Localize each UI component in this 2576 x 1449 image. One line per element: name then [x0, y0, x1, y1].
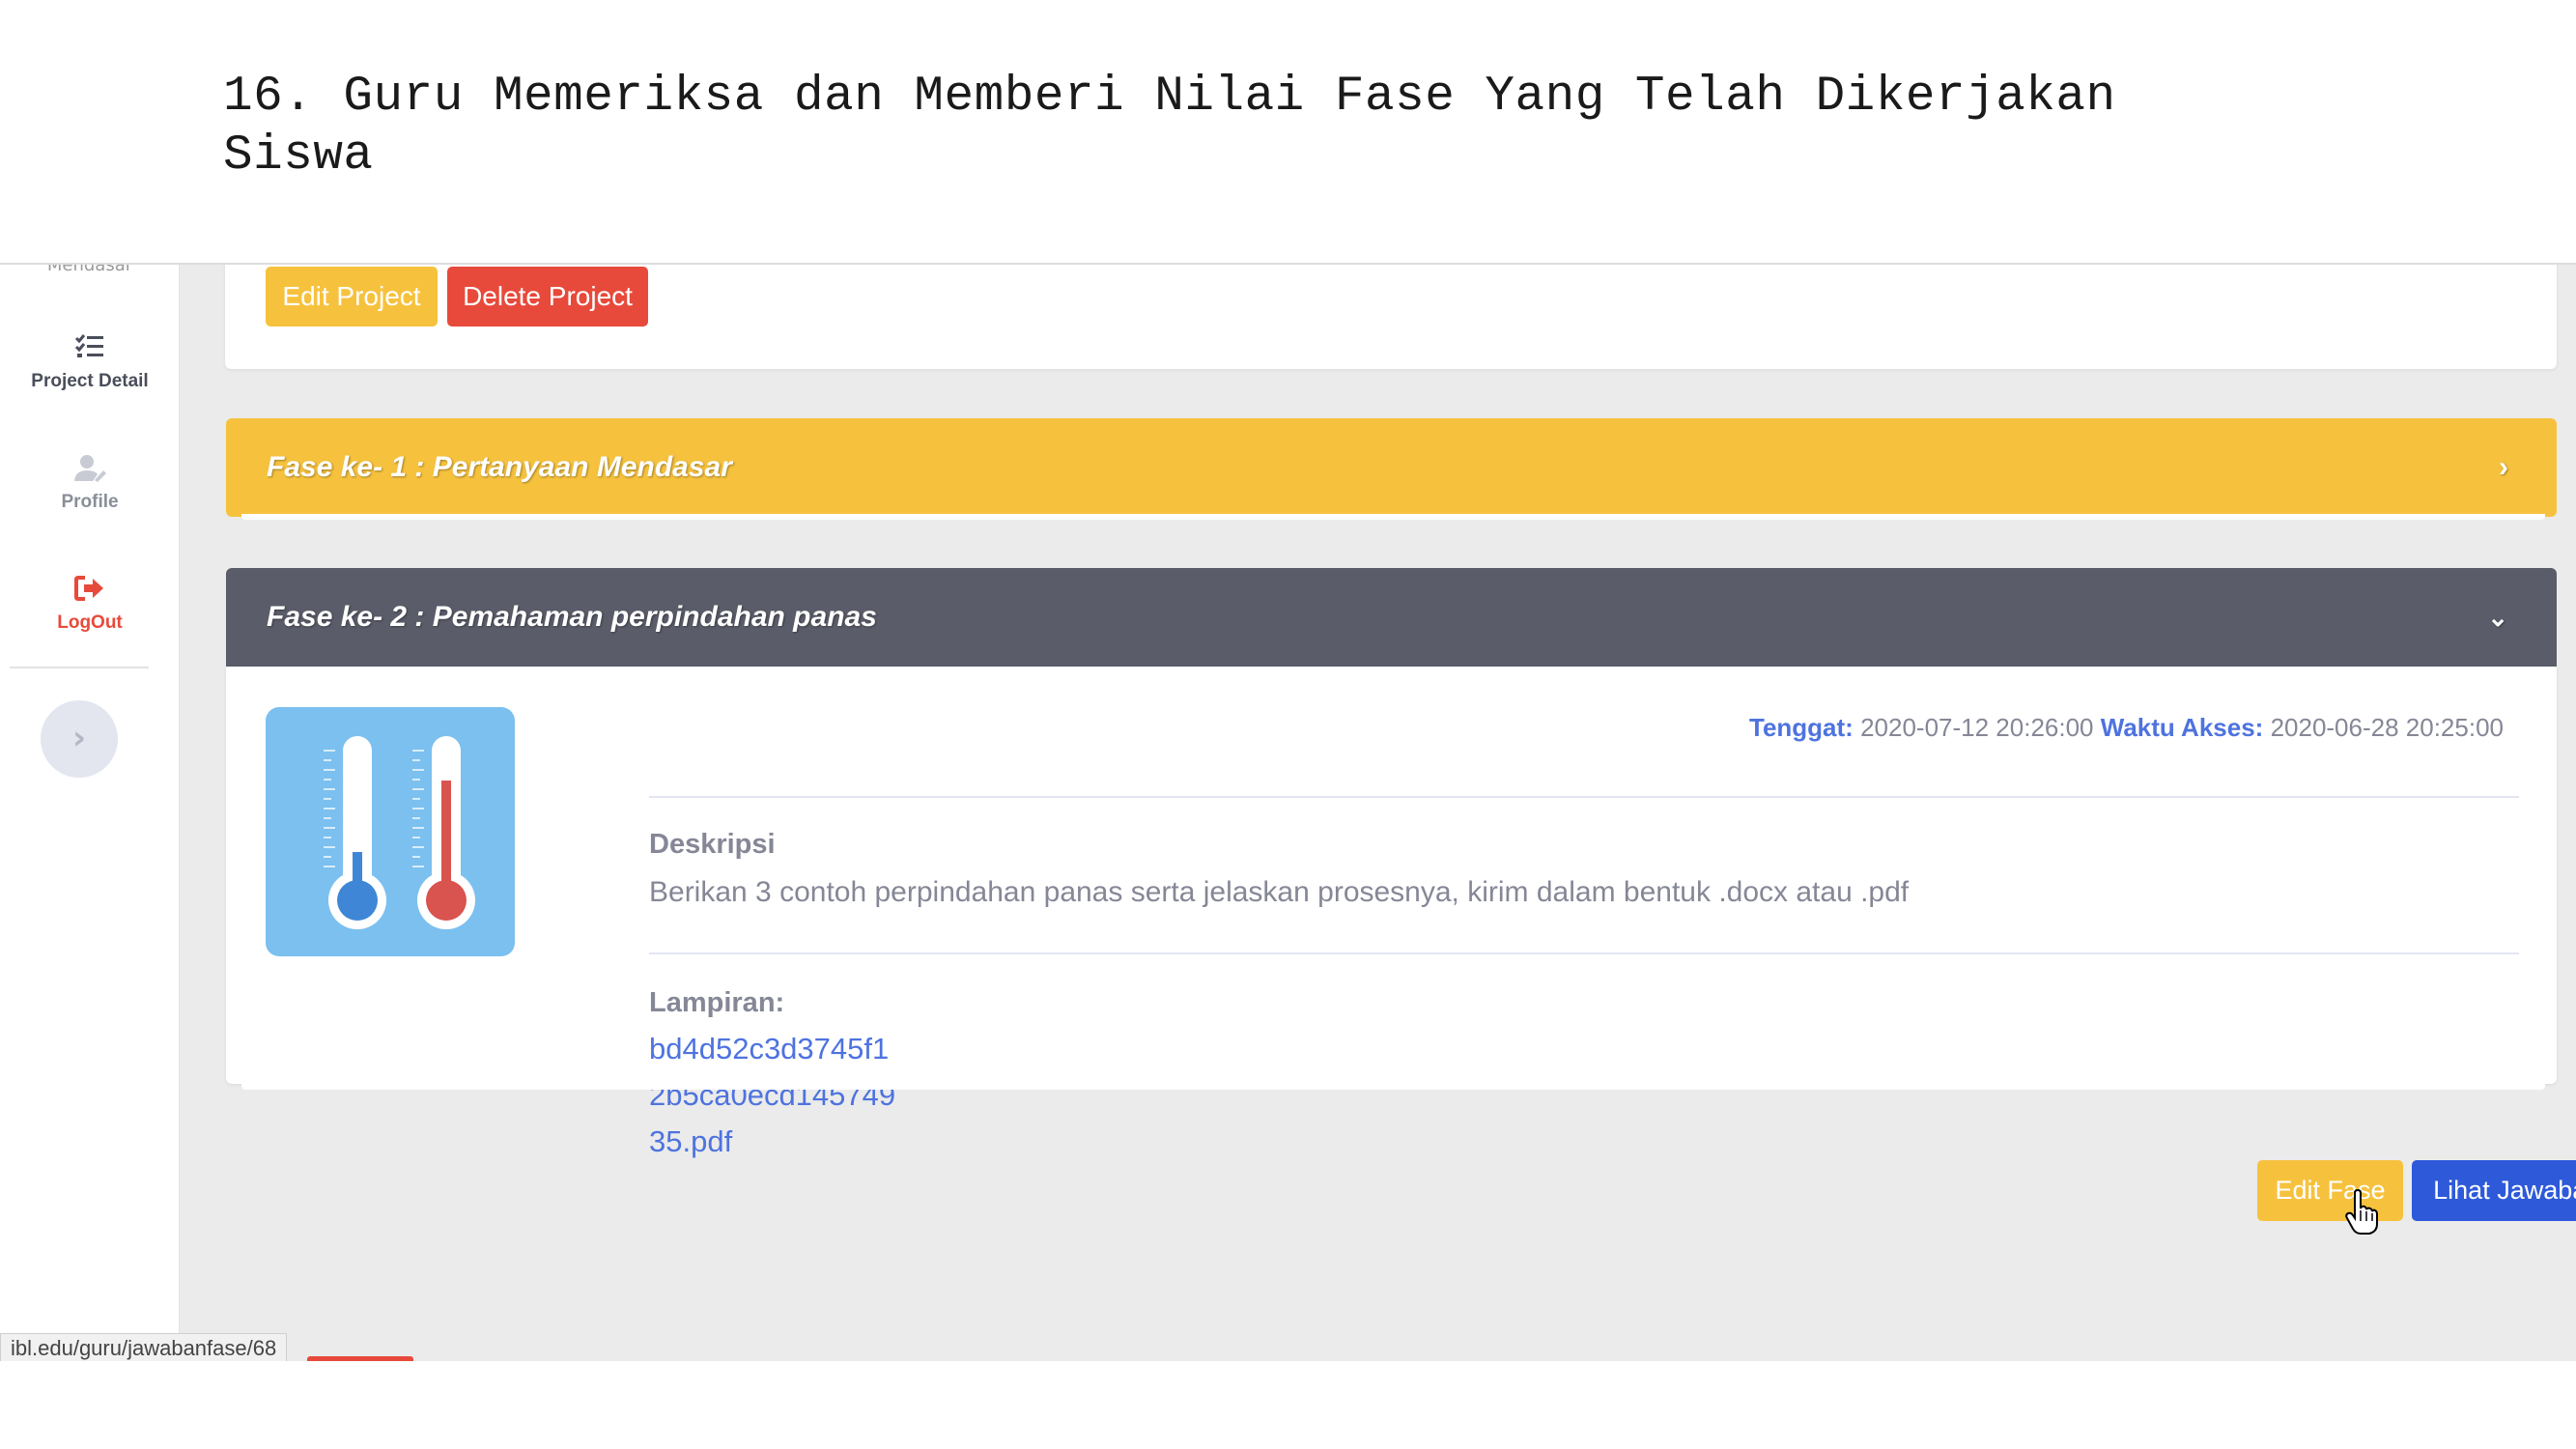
access-time-value: 2020-06-28 20:25:00 [2270, 713, 2504, 742]
sidebar-item-label: LogOut [57, 612, 123, 633]
app-screenshot: Mendasar Project Detail Profile LogOut ›… [0, 263, 2576, 1361]
hand-cursor-icon [2345, 1189, 2378, 1235]
attachment-link-line-3[interactable]: 35.pdf [649, 1124, 732, 1159]
chevron-right-icon: › [71, 719, 86, 757]
attachment-link-line-1[interactable]: bd4d52c3d3745f1 [649, 1032, 889, 1066]
document-heading: 16. Guru Memeriksa dan Memberi Nilai Fas… [223, 68, 2155, 185]
phase-2-card-edge [241, 1084, 2545, 1090]
divider [649, 952, 2519, 954]
attachment-title: Lampiran: [649, 987, 785, 1018]
divider [649, 796, 2519, 798]
delete-project-button[interactable]: Delete Project [447, 267, 648, 327]
sidebar: Mendasar Project Detail Profile LogOut › [0, 265, 180, 1361]
phase-2-title: Fase ke- 2 : Pemahaman perpindahan panas [267, 601, 877, 633]
list-check-icon [74, 334, 103, 357]
sidebar-item-profile[interactable]: Profile [0, 453, 180, 513]
project-actions-card: Edit Project Delete Project [225, 265, 2557, 369]
page-bottom-margin [0, 1361, 2576, 1449]
sidebar-item-project-detail[interactable]: Project Detail [0, 332, 180, 392]
document-heading-line-1: 16. Guru Memeriksa dan Memberi Nilai Fas… [223, 70, 2116, 125]
sidebar-toggle-button[interactable]: › [41, 700, 118, 778]
sidebar-item-logout[interactable]: LogOut [0, 574, 180, 634]
phase-1-header[interactable]: Fase ke- 1 : Pertanyaan Mendasar › [226, 418, 2557, 517]
phase-1-card-edge [241, 514, 2545, 520]
edit-project-button[interactable]: Edit Project [266, 267, 438, 327]
edit-phase-button[interactable]: Edit Fase [2257, 1160, 2403, 1221]
user-edit-icon [74, 455, 106, 482]
sidebar-item-cut-label: Mendasar [46, 263, 133, 275]
sidebar-item-label: Profile [61, 492, 119, 512]
thermometers-image [266, 707, 515, 956]
description-text: Berikan 3 contoh perpindahan panas serta… [649, 876, 1910, 908]
sidebar-item-label: Project Detail [31, 371, 149, 391]
description-title: Deskripsi [649, 829, 776, 860]
browser-status-url: ibl.edu/guru/jawabanfase/68 [0, 1333, 288, 1361]
phase-2-body: Tenggat: 2020-07-12 20:26:00 Waktu Akses… [226, 667, 2576, 1221]
document-heading-line-2: Siswa [223, 128, 374, 184]
phase-2-meta: Tenggat: 2020-07-12 20:26:00 Waktu Akses… [1749, 713, 2504, 743]
sign-out-icon [74, 576, 103, 601]
chevron-down-icon: ⌄ [2487, 603, 2508, 632]
phase-1-title: Fase ke- 1 : Pertanyaan Mendasar [267, 451, 732, 483]
deadline-value: 2020-07-12 20:26:00 [1860, 713, 2094, 742]
access-time-label: Waktu Akses: [2100, 713, 2264, 742]
phase-2-header[interactable]: Fase ke- 2 : Pemahaman perpindahan panas… [226, 568, 2557, 667]
view-group-answers-button[interactable]: Lihat Jawaban Kelompok [2412, 1160, 2576, 1221]
sidebar-divider [10, 667, 149, 668]
deadline-label: Tenggat: [1749, 713, 1854, 742]
chevron-right-icon: › [2499, 451, 2508, 483]
